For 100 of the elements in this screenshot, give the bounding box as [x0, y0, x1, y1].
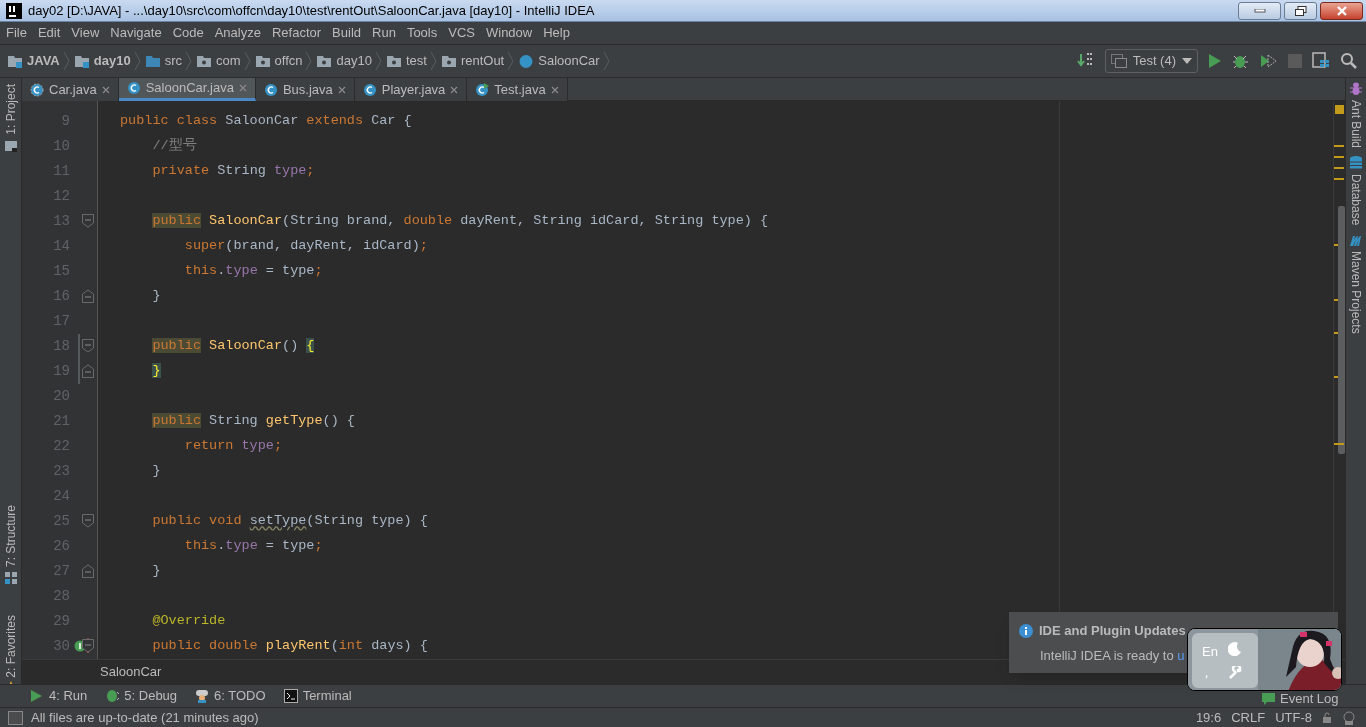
file-encoding[interactable]: UTF-8: [1275, 707, 1312, 727]
lock-icon[interactable]: [1322, 711, 1332, 724]
folder-icon: [3, 138, 18, 153]
menu-item[interactable]: VCS: [448, 23, 475, 43]
breadcrumb-item[interactable]: JAVA: [27, 51, 60, 71]
coverage-icon[interactable]: [1260, 53, 1278, 69]
tool-window-toggle-icon[interactable]: [8, 710, 23, 725]
caret-position[interactable]: 19:6: [1195, 707, 1222, 727]
tool-window-button[interactable]: 4: Run: [30, 686, 88, 706]
fold-icon[interactable]: [82, 214, 94, 228]
run-config-icon: [1110, 54, 1127, 68]
tool-window-tab[interactable]: Database: [1347, 174, 1365, 226]
event-log-button[interactable]: Event Log: [1280, 689, 1339, 709]
moon-icon[interactable]: [1228, 642, 1242, 656]
breadcrumb-item[interactable]: day10: [93, 51, 131, 71]
fold-icon[interactable]: [82, 364, 94, 378]
menu-item[interactable]: Help: [543, 23, 570, 43]
structure-icon: [3, 570, 18, 585]
menu-item[interactable]: Edit: [37, 23, 61, 43]
module-folder-icon: [74, 53, 90, 69]
code-line: public String getType() {: [151, 412, 355, 431]
code-line: }: [151, 562, 161, 581]
menu-item[interactable]: Window: [485, 23, 533, 43]
minimize-button[interactable]: [1238, 1, 1281, 20]
breadcrumb-item[interactable]: day10: [336, 51, 372, 71]
project-structure-icon[interactable]: [1312, 52, 1330, 70]
code-line: @Override: [151, 612, 226, 631]
close-button[interactable]: [1320, 1, 1363, 20]
fold-icon[interactable]: [82, 339, 94, 353]
chevron-icon: [374, 52, 382, 70]
breadcrumb-item[interactable]: SaloonCar: [538, 51, 600, 71]
code-line: public double playRent(int days) {: [151, 637, 428, 656]
chevron-icon: [243, 52, 251, 70]
restore-icon: [1294, 5, 1307, 16]
chevron-icon: [133, 52, 141, 70]
editor-tab[interactable]: SaloonCar.java: [118, 78, 256, 101]
package-icon: [255, 53, 271, 69]
menu-item[interactable]: Navigate: [110, 23, 162, 43]
tool-window-button[interactable]: Terminal: [283, 686, 352, 706]
package-icon: [386, 53, 402, 69]
fold-icon[interactable]: [82, 564, 94, 578]
fold-icon[interactable]: [82, 514, 94, 528]
wrench-icon[interactable]: [1229, 666, 1242, 679]
run-icon[interactable]: [1208, 53, 1222, 69]
editor-tab[interactable]: Player.java: [354, 78, 468, 101]
line-separator[interactable]: CRLF: [1231, 707, 1266, 727]
tool-window-tab[interactable]: 7: Structure: [1, 504, 20, 567]
menu-item[interactable]: Code: [172, 23, 204, 43]
close-icon: [450, 85, 459, 94]
code-line: this.type = type;: [183, 262, 323, 281]
tool-window-tab[interactable]: Ant Build: [1347, 100, 1365, 149]
menu-item[interactable]: View: [71, 23, 100, 43]
tool-window-button[interactable]: 5: Debug: [105, 686, 178, 706]
breadcrumb-item[interactable]: src: [164, 51, 182, 71]
breadcrumb-item[interactable]: offcn: [274, 51, 303, 71]
fold-icon[interactable]: [82, 289, 94, 303]
run-config-dropdown[interactable]: Test (4): [1104, 49, 1198, 73]
code-line: }: [151, 462, 161, 481]
tool-window-tab[interactable]: Maven Projects: [1347, 251, 1365, 335]
editor-tab[interactable]: Test.java: [467, 78, 568, 101]
inspector-icon[interactable]: [1342, 710, 1356, 725]
close-icon: [1335, 5, 1348, 16]
bug-icon[interactable]: [1232, 53, 1250, 69]
search-icon[interactable]: [1340, 52, 1358, 70]
minimize-icon: [1253, 8, 1266, 13]
breadcrumb-item[interactable]: test: [405, 51, 427, 71]
menu-item[interactable]: Analyze: [214, 23, 261, 43]
update-link[interactable]: u: [1177, 647, 1185, 663]
editor-tab[interactable]: Car.java: [22, 78, 119, 101]
run-icon: [30, 689, 44, 703]
restore-button[interactable]: [1284, 1, 1317, 20]
scrollbar-thumb[interactable]: [1338, 206, 1345, 454]
menu-item[interactable]: File: [6, 23, 27, 43]
tool-window-tab[interactable]: 2: Favorites: [1, 614, 20, 678]
database-icon: [1349, 156, 1363, 171]
package-icon: [441, 53, 457, 69]
breadcrumb-item[interactable]: com: [215, 51, 241, 71]
menu-item[interactable]: Run: [372, 23, 396, 43]
code-line: public void setType(String type) {: [151, 512, 428, 531]
tool-window-tab[interactable]: 1: Project: [1, 84, 20, 135]
tool-window-button[interactable]: 6: TODO: [195, 686, 266, 706]
code-line: public class SaloonCar extends Car {: [120, 112, 412, 131]
bug-icon: [105, 689, 120, 703]
editor-tab[interactable]: Bus.java: [255, 78, 355, 101]
todo-icon: [195, 689, 210, 703]
code-line: }: [151, 287, 161, 306]
app-icon: [6, 2, 22, 19]
menu-item[interactable]: Refactor: [271, 23, 322, 43]
event-log-icon[interactable]: [1262, 692, 1275, 705]
code-line: private String type;: [151, 162, 315, 181]
menu-item[interactable]: Tools: [406, 23, 438, 43]
info-icon: [1019, 623, 1033, 638]
menu-item[interactable]: Build: [332, 23, 361, 43]
code-breadcrumb[interactable]: SaloonCar: [100, 662, 162, 682]
chevron-icon: [507, 52, 515, 70]
chevron-icon: [305, 52, 313, 70]
window-title: day02 [D:\JAVA] - ...\day10\src\com\offcn\day10\test\rentOut\SaloonCar.java [day10] - IntelliJ IDEA: [28, 1, 595, 20]
caret-icon: [1182, 58, 1192, 64]
breadcrumb-item[interactable]: rentOut: [460, 51, 505, 71]
code-line: public SaloonCar() {: [151, 337, 315, 356]
